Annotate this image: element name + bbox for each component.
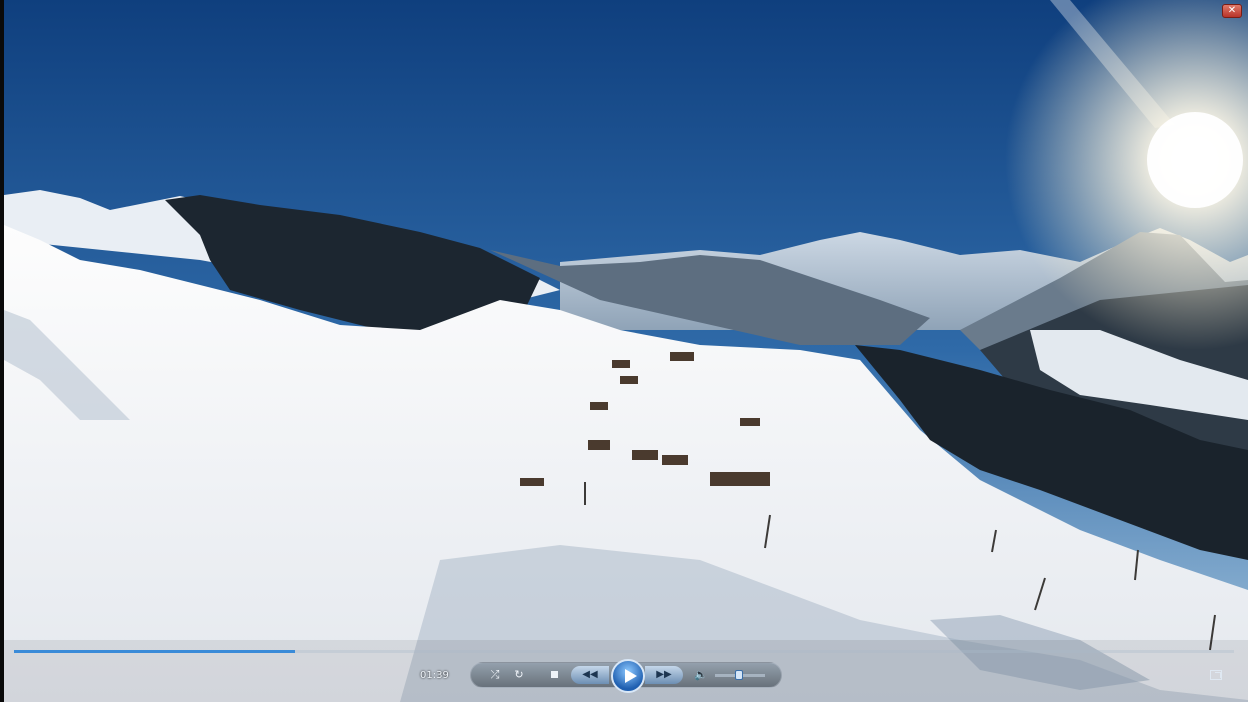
switch-to-library-icon[interactable] — [1210, 670, 1222, 680]
media-player-window: ✕ 01:39 ⤮ ↻ ◀◀ ▶▶ 🔈 — [0, 0, 1248, 702]
next-button[interactable]: ▶▶ — [645, 666, 683, 684]
speaker-icon[interactable]: 🔈 — [693, 663, 709, 687]
seek-bar[interactable] — [14, 650, 1234, 653]
playback-controls: ⤮ ↻ ◀◀ ▶▶ 🔈 — [470, 659, 782, 693]
shuffle-icon[interactable]: ⤮ — [487, 663, 503, 687]
seek-progress — [14, 650, 295, 653]
repeat-icon[interactable]: ↻ — [511, 663, 527, 687]
elapsed-time: 01:39 — [420, 670, 449, 681]
video-frame[interactable] — [0, 0, 1248, 702]
stop-button[interactable] — [547, 663, 561, 687]
close-button[interactable]: ✕ — [1222, 4, 1242, 18]
previous-button[interactable]: ◀◀ — [571, 666, 609, 684]
volume-slider[interactable] — [715, 670, 765, 680]
volume-slider-knob[interactable] — [735, 670, 743, 680]
play-button[interactable] — [611, 659, 645, 693]
